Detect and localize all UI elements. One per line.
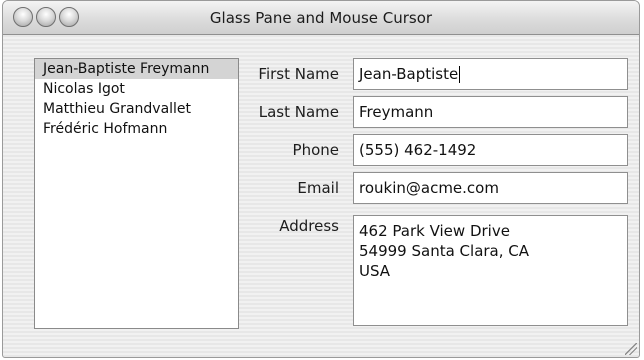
address-line-2: 54999 Santa Clara, CA: [359, 242, 530, 260]
app-window: Glass Pane and Mouse Cursor Jean-Baptist…: [2, 0, 640, 358]
last-name-field[interactable]: Freymann: [353, 96, 628, 128]
list-item-frederic-hofmann[interactable]: Frédéric Hofmann: [35, 119, 238, 139]
email-label: Email: [297, 179, 339, 197]
phone-field[interactable]: (555) 462-1492: [353, 134, 628, 166]
list-item-jean-baptiste-freymann[interactable]: Jean-Baptiste Freymann: [35, 59, 238, 79]
list-item-matthieu-grandvallet[interactable]: Matthieu Grandvallet: [35, 99, 238, 119]
first-name-field[interactable]: Jean-Baptiste: [353, 58, 628, 90]
window-title: Glass Pane and Mouse Cursor: [209, 9, 433, 27]
address-field[interactable]: 462 Park View Drive 54999 Santa Clara, C…: [353, 215, 628, 326]
resize-grip-icon[interactable]: [625, 343, 637, 355]
address-line-3: USA: [359, 262, 391, 280]
address-label: Address: [279, 217, 339, 235]
text-caret: [459, 66, 461, 83]
list-item-nicolas-igot[interactable]: Nicolas Igot: [35, 79, 238, 99]
first-name-label: First Name: [258, 65, 339, 83]
email-field[interactable]: roukin@acme.com: [353, 172, 628, 204]
address-line-1: 462 Park View Drive: [359, 222, 510, 240]
contacts-list[interactable]: Jean-Baptiste Freymann Nicolas Igot Matt…: [34, 58, 239, 329]
title-bar[interactable]: Glass Pane and Mouse Cursor: [3, 1, 639, 35]
last-name-label: Last Name: [258, 103, 339, 121]
phone-label: Phone: [292, 141, 339, 159]
first-name-value: Jean-Baptiste: [359, 65, 459, 83]
